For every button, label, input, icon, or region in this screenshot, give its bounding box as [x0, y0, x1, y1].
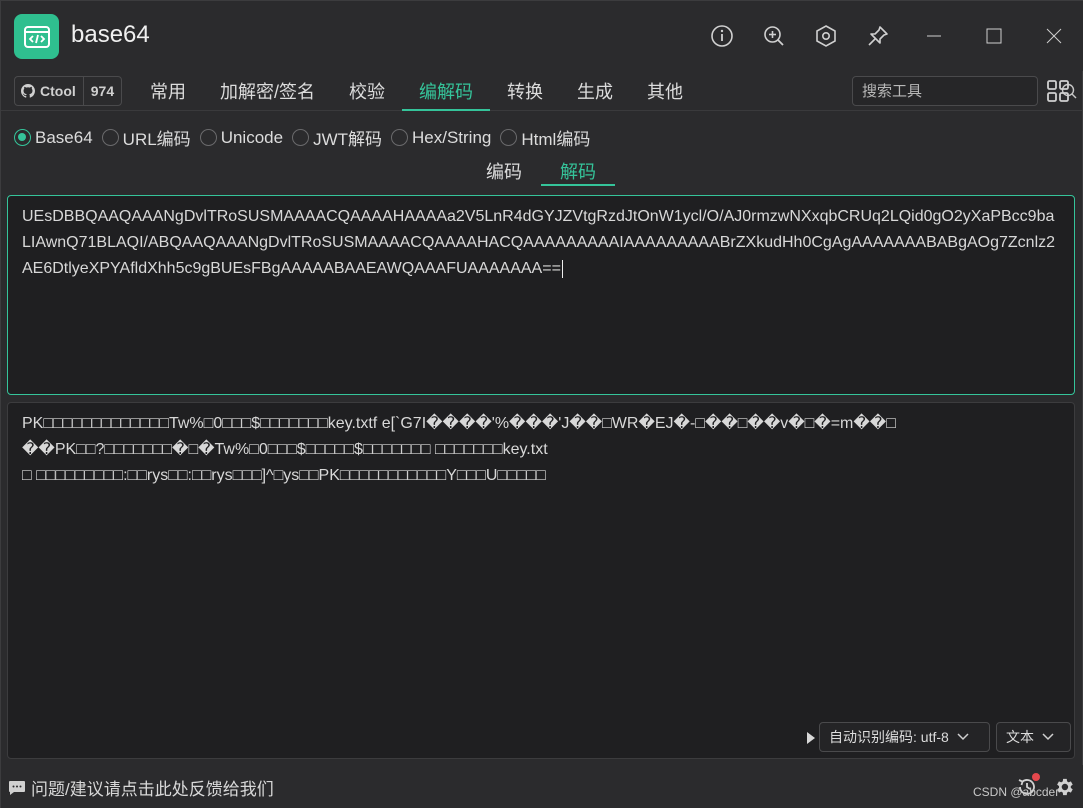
feedback-text: 问题/建议请点击此处反馈给我们 [31, 780, 274, 799]
decoded-output[interactable]: PK□□□□□□□□□□□□□Tw%□0□□□$□□□□□□□key.txtf … [7, 402, 1075, 759]
input-text: UEsDBBQAAQAAANgDvlTRoSUSMAAAACQAAAAHAAAA… [22, 208, 1056, 277]
output-line: PK□□□□□□□□□□□□□Tw%□0□□□$□□□□□□□key.txtf … [22, 415, 896, 432]
tab-encode[interactable]: 编码 [467, 156, 541, 186]
option-jwt-decode[interactable]: JWT解码 [292, 125, 382, 150]
app-grid-icon[interactable] [1046, 79, 1070, 103]
app-title: base64 [71, 21, 150, 48]
info-icon[interactable] [696, 16, 748, 56]
radio-unchecked-icon [292, 129, 310, 146]
output-line: ��PK□□?□□□□□□□�□�Tw%□0□□□$□□□□□$□□□□□□□ … [22, 441, 548, 458]
notification-dot [1032, 773, 1040, 781]
tool-search-box [852, 76, 1077, 106]
tab-crypto-sign[interactable]: 加解密/签名 [203, 71, 332, 111]
close-icon [1046, 28, 1062, 44]
app-window: base64 Ctool 974 常用 加解密/签名 校验 编解码 转换 生成 … [0, 0, 1083, 808]
option-unicode[interactable]: Unicode [199, 128, 283, 148]
pin-icon[interactable] [852, 16, 904, 56]
option-url-encode[interactable]: URL编码 [101, 125, 191, 150]
output-type-label: 文本 [1006, 729, 1034, 745]
chevron-down-icon [957, 733, 969, 741]
minimize-icon [927, 35, 941, 37]
title-bar: base64 [1, 1, 1083, 71]
feedback-link[interactable]: 问题/建议请点击此处反馈给我们 [8, 775, 274, 800]
category-tabs: 常用 加解密/签名 校验 编解码 转换 生成 其他 [133, 71, 700, 111]
chevron-down-icon [1042, 733, 1054, 741]
expand-arrow-icon[interactable] [806, 731, 816, 745]
radio-checked-icon [14, 129, 31, 146]
mode-tabs: 编码 解码 [467, 156, 615, 186]
settings-hex-icon[interactable] [800, 16, 852, 56]
watermark: CSDN @abcder [973, 785, 1060, 799]
tool-search-input[interactable] [853, 77, 1061, 105]
ctool-github-badge[interactable]: Ctool 974 [14, 76, 123, 106]
encoding-select[interactable]: 自动识别编码: utf-8 [819, 722, 990, 752]
github-icon [21, 84, 35, 98]
tool-options: Base64 URL编码 Unicode JWT解码 Hex/String Ht… [14, 125, 599, 150]
tab-encode-decode[interactable]: 编解码 [402, 71, 491, 111]
tab-other[interactable]: 其他 [630, 71, 700, 111]
output-line: □ □□□□□□□□□:□□rys□□:□□rys□□□]^□ys□□PK□□□… [22, 467, 546, 484]
radio-unchecked-icon [199, 129, 217, 146]
code-window-icon [14, 14, 59, 59]
minimize-button[interactable] [904, 16, 964, 56]
status-bar: 问题/建议请点击此处反馈给我们 [1, 765, 1083, 808]
encoding-select-label: 自动识别编码: utf-8 [829, 729, 949, 745]
option-html-encode[interactable]: Html编码 [500, 125, 590, 150]
tab-decode[interactable]: 解码 [541, 156, 615, 186]
close-button[interactable] [1024, 16, 1083, 56]
ctool-label: Ctool [40, 83, 76, 99]
nav-bar: Ctool 974 常用 加解密/签名 校验 编解码 转换 生成 其他 [1, 71, 1083, 111]
output-type-select[interactable]: 文本 [996, 722, 1071, 752]
radio-unchecked-icon [391, 129, 408, 146]
maximize-button[interactable] [964, 16, 1024, 56]
tab-generate[interactable]: 生成 [560, 71, 630, 111]
radio-unchecked-icon [101, 129, 119, 146]
option-hex-string[interactable]: Hex/String [391, 128, 491, 148]
zoom-in-icon[interactable] [748, 16, 800, 56]
ctool-count: 974 [90, 83, 115, 99]
base64-input[interactable]: UEsDBBQAAQAAANgDvlTRoSUSMAAAACQAAAAHAAAA… [7, 195, 1075, 395]
maximize-icon [986, 28, 1002, 44]
option-base64[interactable]: Base64 [14, 128, 93, 148]
tab-checksum[interactable]: 校验 [332, 71, 402, 111]
text-caret [561, 259, 563, 278]
tab-convert[interactable]: 转换 [490, 71, 560, 111]
chat-bubble-icon [9, 780, 25, 795]
tab-common[interactable]: 常用 [133, 71, 203, 111]
radio-unchecked-icon [500, 129, 518, 146]
